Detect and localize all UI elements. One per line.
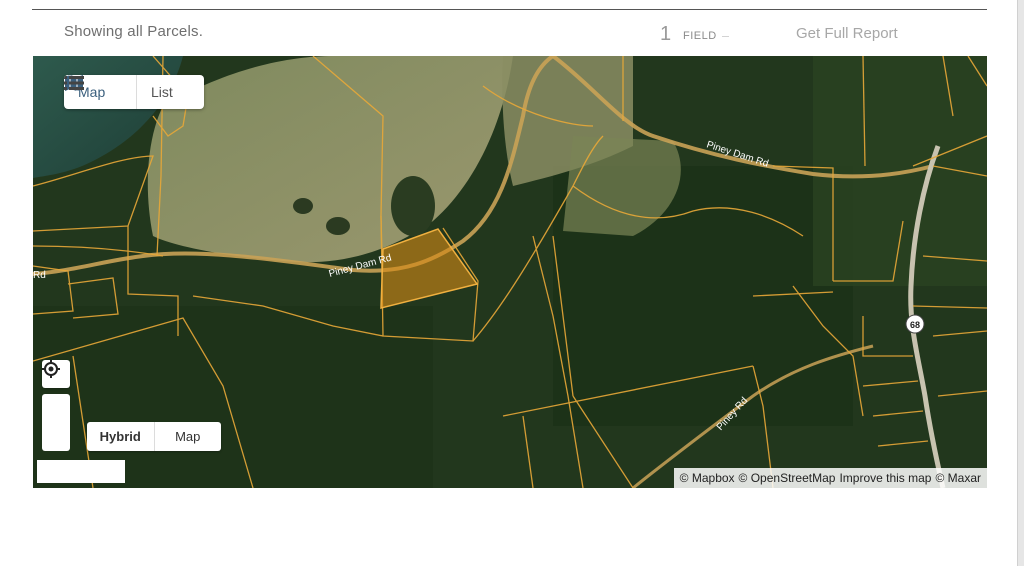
osm-attribution[interactable]: © OpenStreetMap	[739, 468, 836, 488]
route-shield-label: 68	[910, 320, 920, 330]
zoom-control[interactable]	[42, 394, 70, 451]
mapbox-attribution[interactable]: © Mapbox	[680, 468, 735, 488]
view-toggle: Map List	[64, 75, 204, 109]
list-view-label: List	[151, 84, 173, 100]
showing-parcels-text: Showing all Parcels.	[64, 23, 204, 40]
chevron-down-icon[interactable]	[722, 36, 729, 37]
maxar-attribution[interactable]: © Maxar	[935, 468, 981, 488]
get-full-report-link[interactable]: Get Full Report	[796, 25, 898, 42]
parcel-map[interactable]: Piney Dam Rd Piney Dam Rd Piney Rd Rd 68…	[33, 56, 987, 488]
improve-map-link[interactable]: Improve this map	[839, 468, 931, 488]
scale-bar	[37, 460, 125, 483]
locate-me-button[interactable]	[42, 360, 70, 388]
map-attribution: © Mapbox © OpenStreetMap Improve this ma…	[673, 468, 987, 488]
list-view-button[interactable]: List	[64, 75, 204, 109]
page-scrollbar[interactable]	[1017, 0, 1024, 566]
results-header: Showing all Parcels. 1 FIELD Get Full Re…	[0, 0, 1024, 56]
map-style-toggle: Hybrid Map	[87, 422, 221, 451]
map-style-button[interactable]: Map	[155, 422, 222, 451]
field-label[interactable]: FIELD	[683, 30, 717, 42]
hybrid-style-button[interactable]: Hybrid	[87, 422, 155, 451]
road-label-edge: Rd	[33, 270, 46, 281]
field-count: 1	[660, 23, 672, 45]
